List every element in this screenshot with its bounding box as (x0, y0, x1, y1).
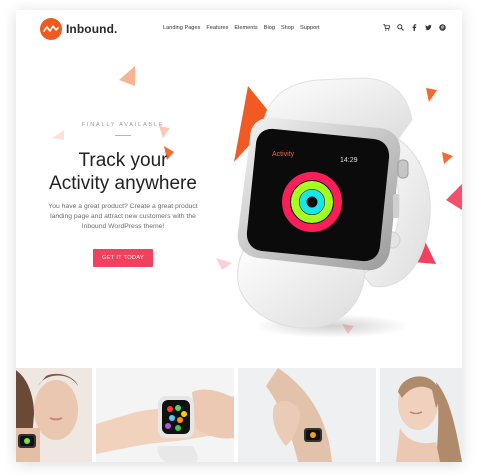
hero-text-block: FINALLY AVAILABLE Track your Activity an… (38, 122, 208, 267)
decor-triangle (442, 152, 453, 164)
hero-eyebrow: FINALLY AVAILABLE (81, 122, 165, 128)
hero-title-line-1: Track your (78, 150, 168, 171)
nav-item-shop[interactable]: Shop (281, 25, 294, 31)
hero-section: FINALLY AVAILABLE Track your Activity an… (16, 50, 462, 365)
pinterest-icon[interactable] (439, 24, 446, 31)
browser-frame: Inbound. Landing Pages Features Elements… (16, 10, 462, 462)
product-photo-strip (16, 368, 462, 462)
decor-triangle (119, 66, 135, 86)
site-header: Inbound. Landing Pages Features Elements… (16, 10, 462, 50)
twitter-icon[interactable] (425, 24, 432, 31)
facebook-icon[interactable] (411, 24, 418, 31)
logo-text: Inbound. (66, 22, 118, 36)
cart-icon[interactable] (383, 24, 390, 31)
get-it-today-button[interactable]: GET IT TODAY (93, 249, 153, 267)
gallery-photo-3[interactable] (238, 368, 376, 462)
gallery-photo-2[interactable] (96, 368, 234, 462)
site-logo[interactable]: Inbound. (40, 18, 117, 40)
gallery-photo-1[interactable] (16, 368, 92, 462)
nav-item-landing-pages[interactable]: Landing Pages (163, 25, 200, 31)
search-icon[interactable] (397, 24, 404, 31)
decor-triangle (446, 184, 462, 210)
watch-time: 14:29 (340, 157, 358, 164)
header-icons (383, 24, 446, 31)
gallery-photo-4[interactable] (380, 368, 462, 462)
smartwatch-image: Activity 14:29 (237, 77, 431, 338)
nav-item-support[interactable]: Support (300, 25, 320, 31)
hero-subtitle: You have a great product? Create a great… (48, 203, 198, 230)
nav-item-elements[interactable]: Elements (234, 25, 257, 31)
hero-title-line-2: Activity anywhere (49, 173, 197, 194)
logo-wave-icon (40, 18, 62, 40)
eyebrow-divider (115, 135, 131, 136)
nav-item-features[interactable]: Features (206, 25, 228, 31)
watch-app-label: Activity (272, 151, 295, 158)
hero-title: Track your Activity anywhere (38, 149, 208, 195)
nav-item-blog[interactable]: Blog (264, 25, 275, 31)
main-nav: Landing Pages Features Elements Blog Sho… (163, 25, 320, 31)
